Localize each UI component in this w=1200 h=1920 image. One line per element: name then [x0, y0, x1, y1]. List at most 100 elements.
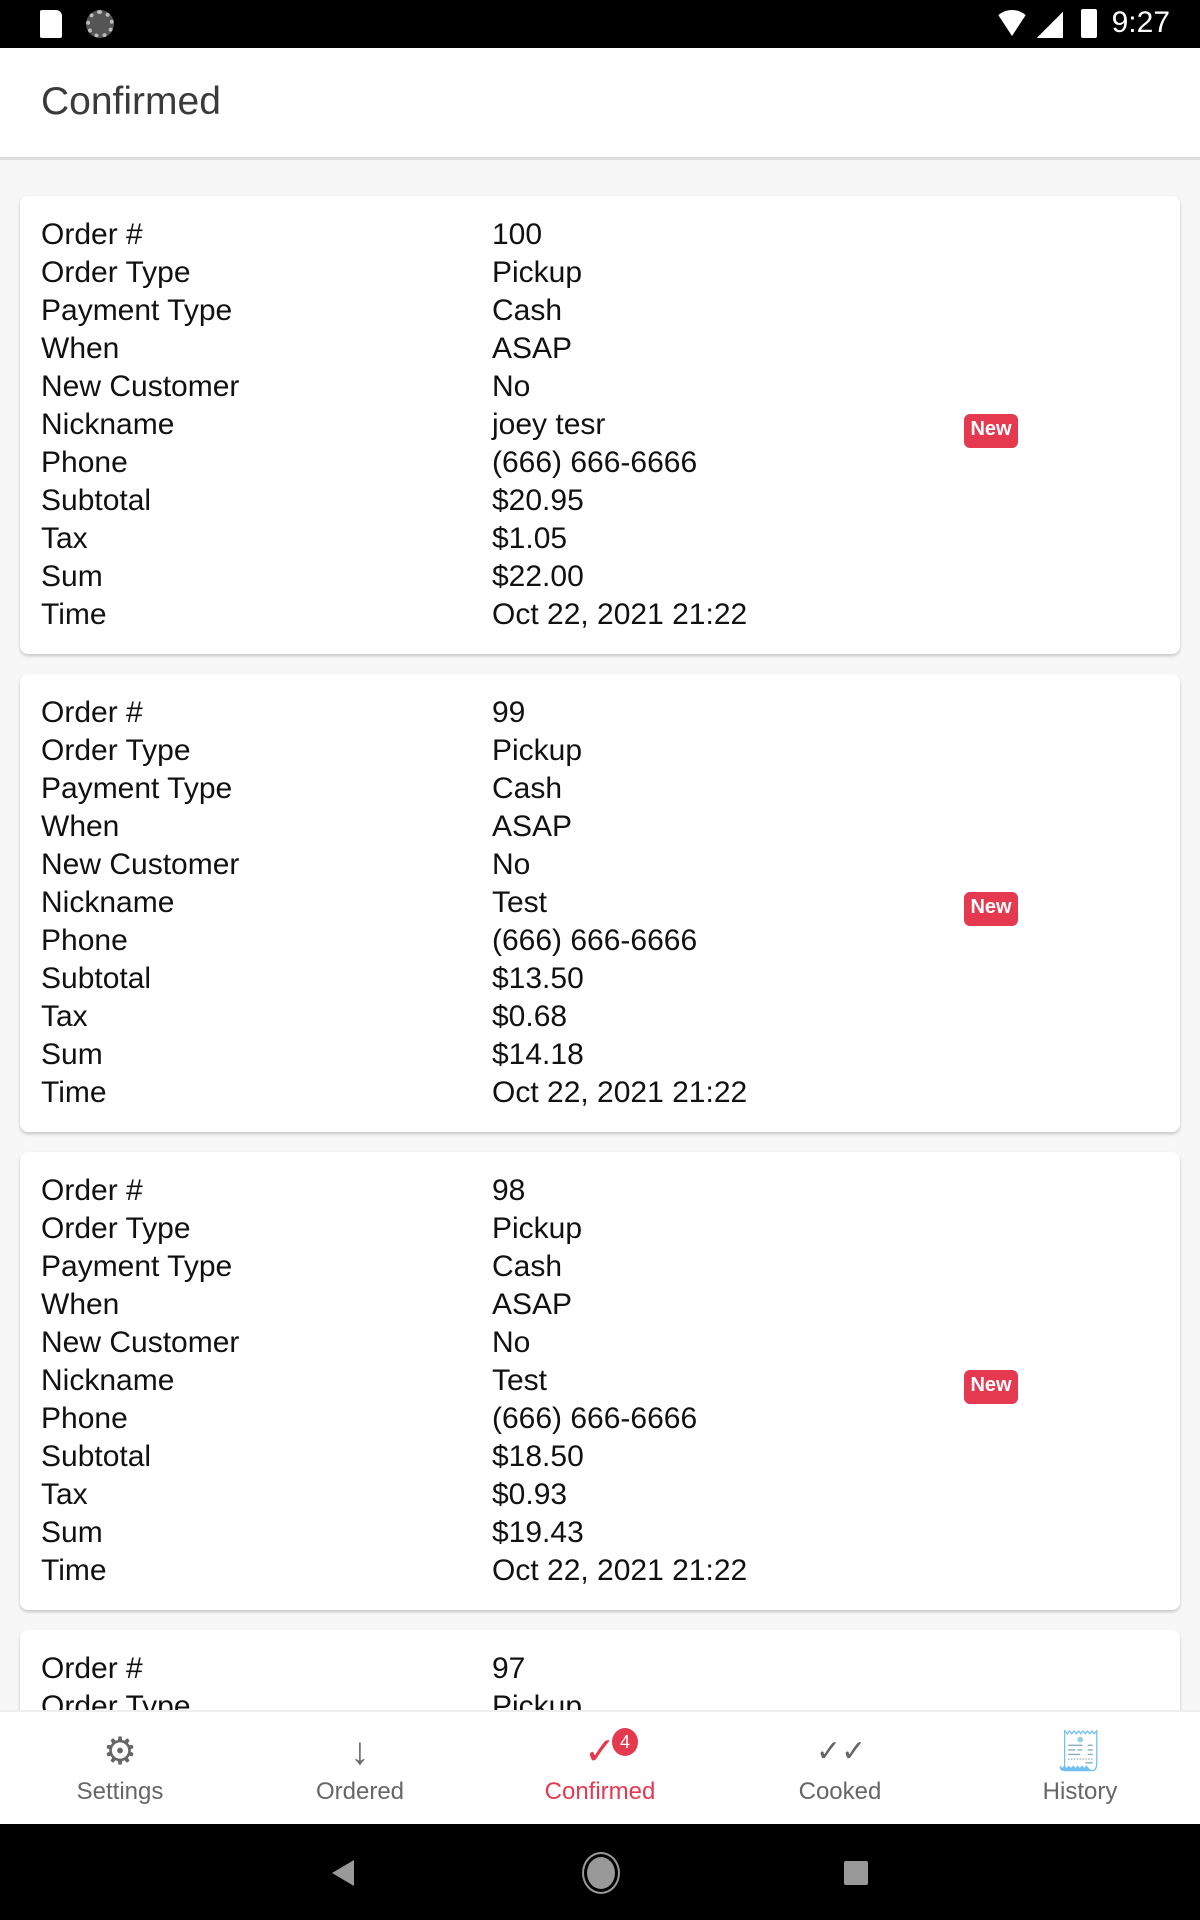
count-badge: 4 — [612, 1728, 638, 1756]
order-field-row: Payment Type Cash — [41, 770, 1141, 808]
order-card[interactable]: Order # 100 Order Type Pickup Payment Type Ca… — [20, 196, 1180, 654]
order-field-row: Tax $1.05 — [41, 520, 1141, 558]
tab-history[interactable]: 🧾 History — [960, 1712, 1200, 1826]
order-field-row: Tax $0.68 — [41, 998, 1141, 1036]
field-value: 97 — [492, 1652, 526, 1685]
field-label: Subtotal — [41, 484, 152, 517]
field-value: Cash — [492, 294, 563, 327]
field-label: Order # — [41, 1174, 143, 1207]
order-field-row: Phone (666) 666-6666 — [41, 1400, 1141, 1438]
field-label: Payment Type — [41, 294, 233, 327]
field-value: Oct 22, 2021 21:22 — [492, 1554, 748, 1587]
order-field-row: Order Type Pickup — [41, 254, 1141, 292]
order-field-row: Order # 100 — [41, 216, 1141, 254]
field-value: No — [492, 370, 531, 403]
order-field-row: Sum $22.00 — [41, 558, 1141, 596]
field-label: Sum — [41, 560, 103, 593]
order-field-row: Order # 97 — [41, 1650, 1141, 1688]
order-field-row: New Customer No — [41, 368, 1141, 406]
tab-cooked[interactable]: ✓✓ Cooked — [720, 1712, 960, 1826]
field-value: Cash — [492, 1250, 563, 1283]
field-value: Oct 22, 2021 21:22 — [492, 598, 748, 631]
field-value: 98 — [492, 1174, 526, 1207]
order-field-row: Order Type Pickup — [41, 1210, 1141, 1248]
field-value: Pickup — [492, 1212, 583, 1245]
field-value: Cash — [492, 772, 563, 805]
order-field-row: Payment Type Cash — [41, 1248, 1141, 1286]
gear-icon: ⚙ — [102, 1731, 138, 1773]
field-label: Time — [41, 598, 107, 631]
order-field-row: Phone (666) 666-6666 — [41, 444, 1141, 482]
order-field-row: New Customer No — [41, 1324, 1141, 1362]
tab-label: Settings — [76, 1778, 164, 1805]
order-field-row: Tax $0.93 — [41, 1476, 1141, 1514]
field-label: Payment Type — [41, 1250, 233, 1283]
field-label: Nickname — [41, 408, 175, 441]
field-label: Order # — [41, 696, 143, 729]
tab-settings[interactable]: ⚙ Settings — [0, 1712, 240, 1826]
field-value: ASAP — [492, 1288, 573, 1321]
app-bar: Confirmed — [0, 48, 1200, 160]
field-value: (666) 666-6666 — [492, 924, 698, 957]
field-label: Subtotal — [41, 962, 152, 995]
sd-card-icon — [40, 10, 62, 38]
field-value: No — [492, 848, 531, 881]
field-value: No — [492, 1326, 531, 1359]
bottom-nav: ⚙ Settings ↓ Ordered ✓ 4 Confirmed ✓✓ Co… — [0, 1710, 1200, 1824]
field-label: New Customer — [41, 370, 240, 403]
back-icon[interactable] — [332, 1860, 354, 1886]
order-field-row: Payment Type Cash — [41, 292, 1141, 330]
field-value: $0.68 — [492, 1000, 568, 1033]
field-label: Order Type — [41, 256, 191, 289]
order-card[interactable]: Order # 99 Order Type Pickup Payment Type Cas… — [20, 674, 1180, 1132]
field-value: Test — [492, 886, 548, 919]
field-value: Pickup — [492, 256, 583, 289]
new-badge: New — [964, 1370, 1018, 1404]
arrow-down-icon: ↓ — [350, 1731, 370, 1773]
field-label: Phone — [41, 1402, 128, 1435]
tab-ordered[interactable]: ↓ Ordered — [240, 1712, 480, 1826]
tab-confirmed[interactable]: ✓ 4 Confirmed — [480, 1712, 720, 1826]
field-label: Phone — [41, 446, 128, 479]
new-badge: New — [964, 892, 1018, 926]
field-value: Test — [492, 1364, 548, 1397]
order-field-row: Time Oct 22, 2021 21:22 — [41, 596, 1141, 634]
field-label: Tax — [41, 1478, 88, 1511]
order-field-row: Sum $14.18 — [41, 1036, 1141, 1074]
order-field-row: Phone (666) 666-6666 — [41, 922, 1141, 960]
field-value: $1.05 — [492, 522, 568, 555]
tab-label: Cooked — [798, 1778, 882, 1805]
field-label: Order # — [41, 218, 143, 251]
field-value: $0.93 — [492, 1478, 568, 1511]
order-field-row: Sum $19.43 — [41, 1514, 1141, 1552]
sync-icon — [86, 10, 114, 38]
field-label: Order Type — [41, 734, 191, 767]
signal-icon — [1037, 12, 1063, 38]
field-value: $13.50 — [492, 962, 584, 995]
field-label: Payment Type — [41, 772, 233, 805]
field-label: Nickname — [41, 1364, 175, 1397]
field-label: Tax — [41, 1000, 88, 1033]
order-card[interactable]: Order # 98 Order Type Pickup Payment Type Cas… — [20, 1152, 1180, 1610]
field-value: ASAP — [492, 332, 573, 365]
order-field-row: Order Type Pickup — [41, 732, 1141, 770]
receipt-icon: 🧾 — [1056, 1731, 1104, 1773]
order-field-row: Order # 99 — [41, 694, 1141, 732]
order-field-row: Subtotal $20.95 — [41, 482, 1141, 520]
field-label: Sum — [41, 1516, 103, 1549]
field-label: New Customer — [41, 1326, 240, 1359]
recents-icon[interactable] — [844, 1861, 868, 1885]
field-label: Subtotal — [41, 1440, 152, 1473]
system-nav-bar — [0, 1824, 1200, 1920]
battery-icon — [1081, 9, 1097, 38]
field-value: Oct 22, 2021 21:22 — [492, 1076, 748, 1109]
field-label: Phone — [41, 924, 128, 957]
field-label: Time — [41, 1554, 107, 1587]
new-badge: New — [964, 414, 1018, 448]
page-title: Confirmed — [41, 80, 221, 123]
field-label: Order Type — [41, 1212, 191, 1245]
field-value: ASAP — [492, 810, 573, 843]
home-icon[interactable] — [582, 1852, 620, 1894]
field-label: When — [41, 1288, 120, 1321]
field-value: joey tesr — [492, 408, 606, 441]
